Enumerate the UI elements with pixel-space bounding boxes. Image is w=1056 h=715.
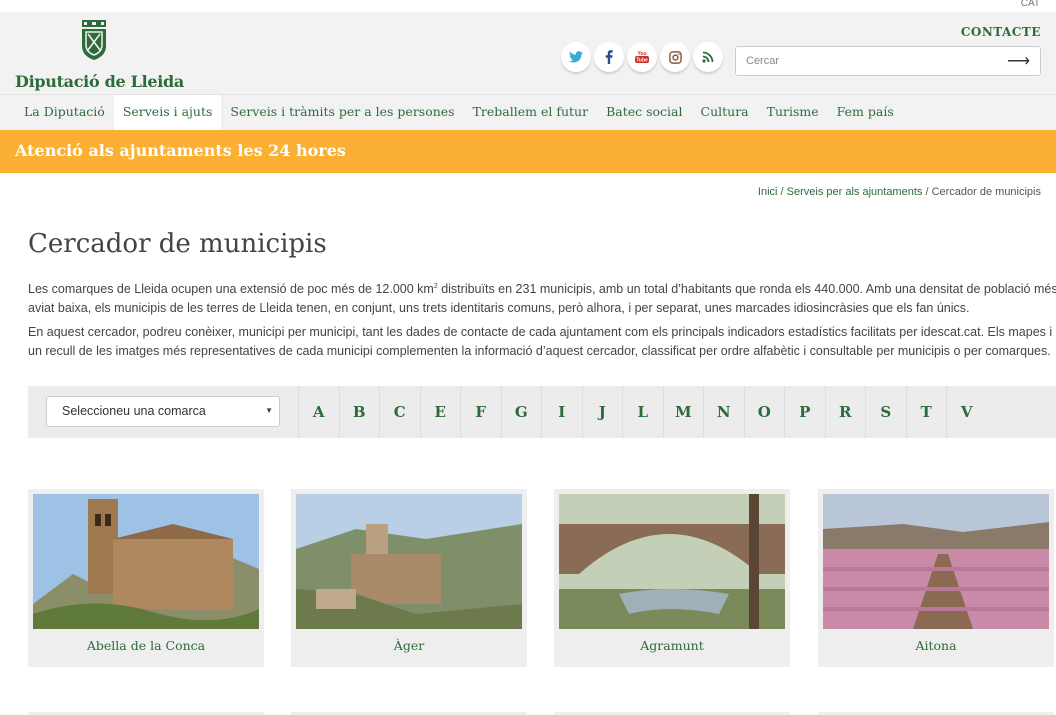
logo-text: Diputació de Lleida bbox=[15, 72, 184, 91]
letter-v[interactable]: V bbox=[946, 386, 987, 438]
municipality-photo bbox=[33, 494, 259, 629]
search-submit-arrow-icon[interactable]: ⟶ bbox=[1007, 51, 1030, 71]
search-input[interactable] bbox=[746, 53, 996, 69]
letter-t[interactable]: T bbox=[905, 386, 947, 438]
breadcrumb-separator: / bbox=[777, 186, 787, 198]
letter-l[interactable]: L bbox=[622, 386, 663, 438]
social-links: You Tube bbox=[561, 42, 723, 72]
comarca-select[interactable]: Seleccioneu una comarca ▼ bbox=[46, 396, 280, 427]
letter-s[interactable]: S bbox=[865, 386, 906, 438]
twitter-icon[interactable] bbox=[561, 42, 591, 72]
municipality-card[interactable]: Abella de la Conca bbox=[28, 489, 264, 667]
coat-of-arms-icon bbox=[82, 20, 106, 60]
banner-text: Atenció als ajuntaments les 24 hores bbox=[15, 141, 346, 160]
letter-c[interactable]: C bbox=[379, 386, 420, 438]
breadcrumb-home[interactable]: Inici bbox=[758, 186, 778, 198]
nav-item-la-diputacio[interactable]: La Diputació bbox=[15, 95, 114, 130]
chevron-down-icon: ▼ bbox=[265, 406, 273, 415]
description-paragraph: En aquest cercador, podreu conèixer, mun… bbox=[28, 325, 1053, 358]
youtube-icon[interactable]: You Tube bbox=[627, 42, 657, 72]
letter-o[interactable]: O bbox=[743, 386, 785, 438]
breadcrumb: Inici / Serveis per als ajuntaments / Ce… bbox=[758, 186, 1041, 198]
municipality-card[interactable]: Agramunt bbox=[554, 489, 790, 667]
letter-p[interactable]: P bbox=[784, 386, 825, 438]
nav-item-batec-social[interactable]: Batec social bbox=[597, 95, 691, 130]
letter-r[interactable]: R bbox=[824, 386, 866, 438]
municipality-photo bbox=[823, 494, 1049, 629]
municipality-photo bbox=[296, 494, 522, 629]
breadcrumb-separator: / bbox=[922, 186, 932, 198]
alert-banner[interactable]: Atenció als ajuntaments les 24 hores bbox=[0, 130, 1056, 173]
nav-item-serveis-i-ajuts[interactable]: Serveis i ajuts bbox=[113, 95, 222, 130]
letter-m[interactable]: M bbox=[662, 386, 704, 438]
letter-j[interactable]: J bbox=[581, 386, 623, 438]
letter-a[interactable]: A bbox=[298, 386, 339, 438]
municipality-card[interactable]: Àger bbox=[291, 489, 527, 667]
nav-item-turisme[interactable]: Turisme bbox=[758, 95, 828, 130]
rss-icon[interactable] bbox=[693, 42, 723, 72]
breadcrumb-current: Cercador de municipis bbox=[931, 186, 1041, 198]
letter-g[interactable]: G bbox=[500, 386, 542, 438]
instagram-icon[interactable] bbox=[660, 42, 690, 72]
nav-item-treballem-el-futur[interactable]: Treballem el futur bbox=[464, 95, 597, 130]
municipality-name: Agramunt bbox=[640, 638, 704, 653]
search-box: ⟶ bbox=[735, 46, 1041, 76]
nav-item-cultura[interactable]: Cultura bbox=[692, 95, 758, 130]
letter-e[interactable]: E bbox=[419, 386, 461, 438]
nav-item-serveis-persones[interactable]: Serveis i tràmits per a les persones bbox=[221, 95, 463, 130]
logo[interactable]: Diputació de Lleida bbox=[15, 20, 185, 91]
main-nav: La Diputació Serveis i ajuts Serveis i t… bbox=[0, 94, 1056, 130]
intro-paragraph: Les comarques de Lleida ocupen una exten… bbox=[28, 278, 1056, 317]
page-title: Cercador de municipis bbox=[28, 229, 327, 259]
alphabet-filter: A B C E F G I J L M N O P R S T V bbox=[298, 386, 987, 438]
municipality-name: Àger bbox=[393, 638, 425, 653]
letter-b[interactable]: B bbox=[338, 386, 380, 438]
letter-i[interactable]: I bbox=[541, 386, 582, 438]
letter-n[interactable]: N bbox=[703, 386, 744, 438]
intro-text-a: Les comarques de Lleida ocupen una exten… bbox=[28, 282, 434, 297]
svg-text:Tube: Tube bbox=[636, 58, 648, 64]
filter-bar: Seleccioneu una comarca ▼ A B C E F G I … bbox=[28, 386, 1056, 438]
municipality-photo bbox=[559, 494, 785, 629]
language-switch[interactable]: CAT bbox=[1021, 0, 1040, 9]
top-bar: CAT bbox=[0, 0, 1056, 12]
letter-f[interactable]: F bbox=[460, 386, 501, 438]
facebook-icon[interactable] bbox=[594, 42, 624, 72]
breadcrumb-parent[interactable]: Serveis per als ajuntaments bbox=[787, 186, 923, 198]
comarca-select-value: Seleccioneu una comarca bbox=[62, 404, 206, 418]
contact-link[interactable]: CONTACTE bbox=[961, 25, 1041, 39]
municipality-name: Aitona bbox=[915, 638, 957, 653]
municipality-card[interactable]: Aitona bbox=[818, 489, 1054, 667]
nav-item-fem-pais[interactable]: Fem país bbox=[828, 95, 903, 130]
site-header: Diputació de Lleida CONTACTE YouTube ⟶ bbox=[0, 12, 1056, 94]
municipality-name: Abella de la Conca bbox=[86, 638, 206, 653]
